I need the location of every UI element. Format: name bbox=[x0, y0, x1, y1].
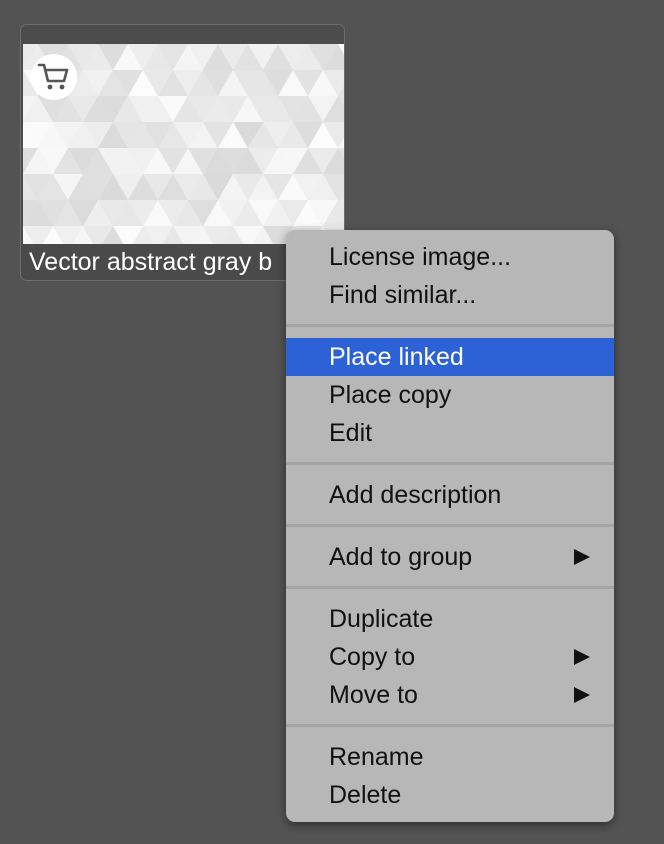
menu-item-label: Add description bbox=[329, 481, 502, 509]
menu-item-label: Move to bbox=[329, 681, 418, 709]
menu-item-label: License image... bbox=[329, 243, 512, 271]
menu-item-label: Duplicate bbox=[329, 605, 434, 633]
menu-item-label: Place linked bbox=[329, 343, 464, 371]
context-menu: License image... Find similar... Place l… bbox=[286, 230, 614, 822]
menu-item-label: Copy to bbox=[329, 643, 416, 671]
menu-item-label: Delete bbox=[329, 781, 402, 809]
submenu-arrow-icon bbox=[574, 549, 590, 565]
submenu-arrow-icon bbox=[574, 687, 590, 703]
menu-item-label: Edit bbox=[329, 419, 373, 447]
menu-separator bbox=[286, 724, 614, 727]
menu-item-place-copy[interactable]: Place copy bbox=[286, 376, 614, 414]
menu-item-rename[interactable]: Rename bbox=[286, 738, 614, 776]
shopping-cart-icon bbox=[37, 63, 69, 90]
menu-separator bbox=[286, 586, 614, 589]
menu-item-add-description[interactable]: Add description bbox=[286, 476, 614, 514]
menu-item-move-to[interactable]: Move to bbox=[286, 676, 614, 714]
menu-item-label: Rename bbox=[329, 743, 424, 771]
menu-item-label: Add to group bbox=[329, 543, 473, 571]
menu-item-find-similar[interactable]: Find similar... bbox=[286, 276, 614, 314]
submenu-arrow-icon bbox=[574, 649, 590, 665]
asset-title: Vector abstract gray b bbox=[29, 248, 273, 276]
menu-item-label: Place copy bbox=[329, 381, 452, 409]
menu-item-add-to-group[interactable]: Add to group bbox=[286, 538, 614, 576]
menu-separator bbox=[286, 524, 614, 527]
menu-item-duplicate[interactable]: Duplicate bbox=[286, 600, 614, 638]
menu-item-label: Find similar... bbox=[329, 281, 477, 309]
menu-item-delete[interactable]: Delete bbox=[286, 776, 614, 814]
menu-item-copy-to[interactable]: Copy to bbox=[286, 638, 614, 676]
menu-item-place-linked[interactable]: Place linked bbox=[286, 338, 614, 376]
menu-separator bbox=[286, 324, 614, 327]
license-badge[interactable] bbox=[31, 54, 77, 100]
asset-thumbnail[interactable] bbox=[23, 44, 344, 244]
menu-item-license-image[interactable]: License image... bbox=[286, 238, 614, 276]
card-top-strip bbox=[21, 25, 344, 44]
menu-separator bbox=[286, 462, 614, 465]
menu-item-edit[interactable]: Edit bbox=[286, 414, 614, 452]
